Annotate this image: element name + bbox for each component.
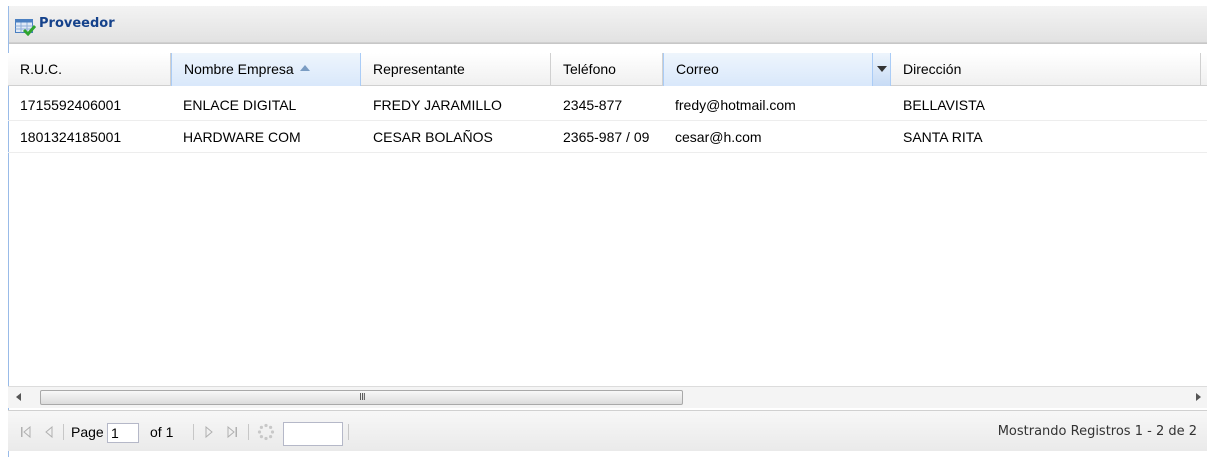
column-header-representante[interactable]: Representante: [361, 53, 551, 86]
table-row[interactable]: 1801324185001 HARDWARE COM CESAR BOLAÑOS…: [8, 122, 1207, 153]
scroll-right-icon[interactable]: [1196, 393, 1201, 401]
cell-representante: FREDY JARAMILLO: [373, 97, 502, 113]
scrollbar-grip: III: [359, 392, 366, 403]
column-header-ruc[interactable]: R.U.C.: [8, 53, 171, 86]
cell-direccion: BELLAVISTA: [903, 97, 985, 113]
next-page-button[interactable]: [204, 411, 214, 452]
sort-ascending-icon: [299, 65, 310, 72]
prev-page-button[interactable]: [44, 411, 54, 452]
page-total-label: of 1: [150, 423, 174, 440]
toolbar-separator: [348, 424, 349, 440]
next-page-icon: [205, 425, 213, 438]
panel-title: Proveedor: [39, 16, 115, 31]
paging-toolbar: Page 1 of 1 Mostrando Registros 1 - 2 de…: [8, 410, 1207, 451]
chevron-down-icon: [877, 66, 887, 72]
last-page-icon: [227, 425, 237, 438]
cell-correo: fredy@hotmail.com: [675, 97, 796, 113]
last-page-button[interactable]: [226, 411, 238, 452]
column-header-correo[interactable]: Correo: [663, 53, 891, 86]
column-header-direccion[interactable]: Dirección: [891, 53, 1201, 86]
cell-direccion: SANTA RITA: [903, 129, 983, 145]
cell-ruc: 1801324185001: [20, 129, 122, 145]
column-header-truncated[interactable]: F: [1201, 53, 1207, 86]
cell-correo: cesar@h.com: [675, 129, 762, 145]
horizontal-scrollbar[interactable]: III: [8, 386, 1207, 408]
first-page-icon: [21, 425, 31, 438]
column-header-nombre-empresa[interactable]: Nombre Empresa: [171, 53, 361, 86]
toolbar-separator: [193, 424, 194, 440]
refresh-button[interactable]: [257, 411, 275, 452]
table-row[interactable]: 1715592406001 ENLACE DIGITAL FREDY JARAM…: [8, 90, 1207, 121]
loading-spinner-icon: [257, 423, 275, 440]
panel-header: Proveedor: [9, 6, 1207, 43]
grid-header: R.U.C. Nombre Empresa Representante Telé…: [8, 53, 1207, 86]
column-header-telefono[interactable]: Teléfono: [551, 53, 663, 86]
display-message: Mostrando Registros 1 - 2 de 2: [997, 424, 1197, 439]
first-page-button[interactable]: [20, 411, 32, 452]
cell-truncated: V: [1201, 122, 1207, 153]
cell-telefono: 2345-877: [563, 97, 623, 113]
cell-empresa: ENLACE DIGITAL: [183, 97, 297, 113]
column-menu-trigger[interactable]: [872, 53, 890, 86]
prev-page-icon: [45, 425, 53, 438]
page-number-input[interactable]: 1: [107, 423, 139, 443]
cell-ruc: 1715592406001: [20, 97, 122, 113]
page-size-input[interactable]: [283, 422, 343, 446]
page-label: Page: [71, 423, 104, 440]
cell-empresa: HARDWARE COM: [183, 129, 301, 145]
cell-representante: CESAR BOLAÑOS: [373, 129, 493, 145]
scroll-left-icon[interactable]: [16, 393, 21, 401]
toolbar-separator: [63, 424, 64, 440]
scrollbar-thumb[interactable]: III: [40, 390, 683, 405]
grid-check-icon: [15, 18, 37, 37]
toolbar-separator: [248, 424, 249, 440]
cell-telefono: 2365-987 / 09: [563, 129, 650, 145]
cell-truncated: V: [1201, 90, 1207, 121]
